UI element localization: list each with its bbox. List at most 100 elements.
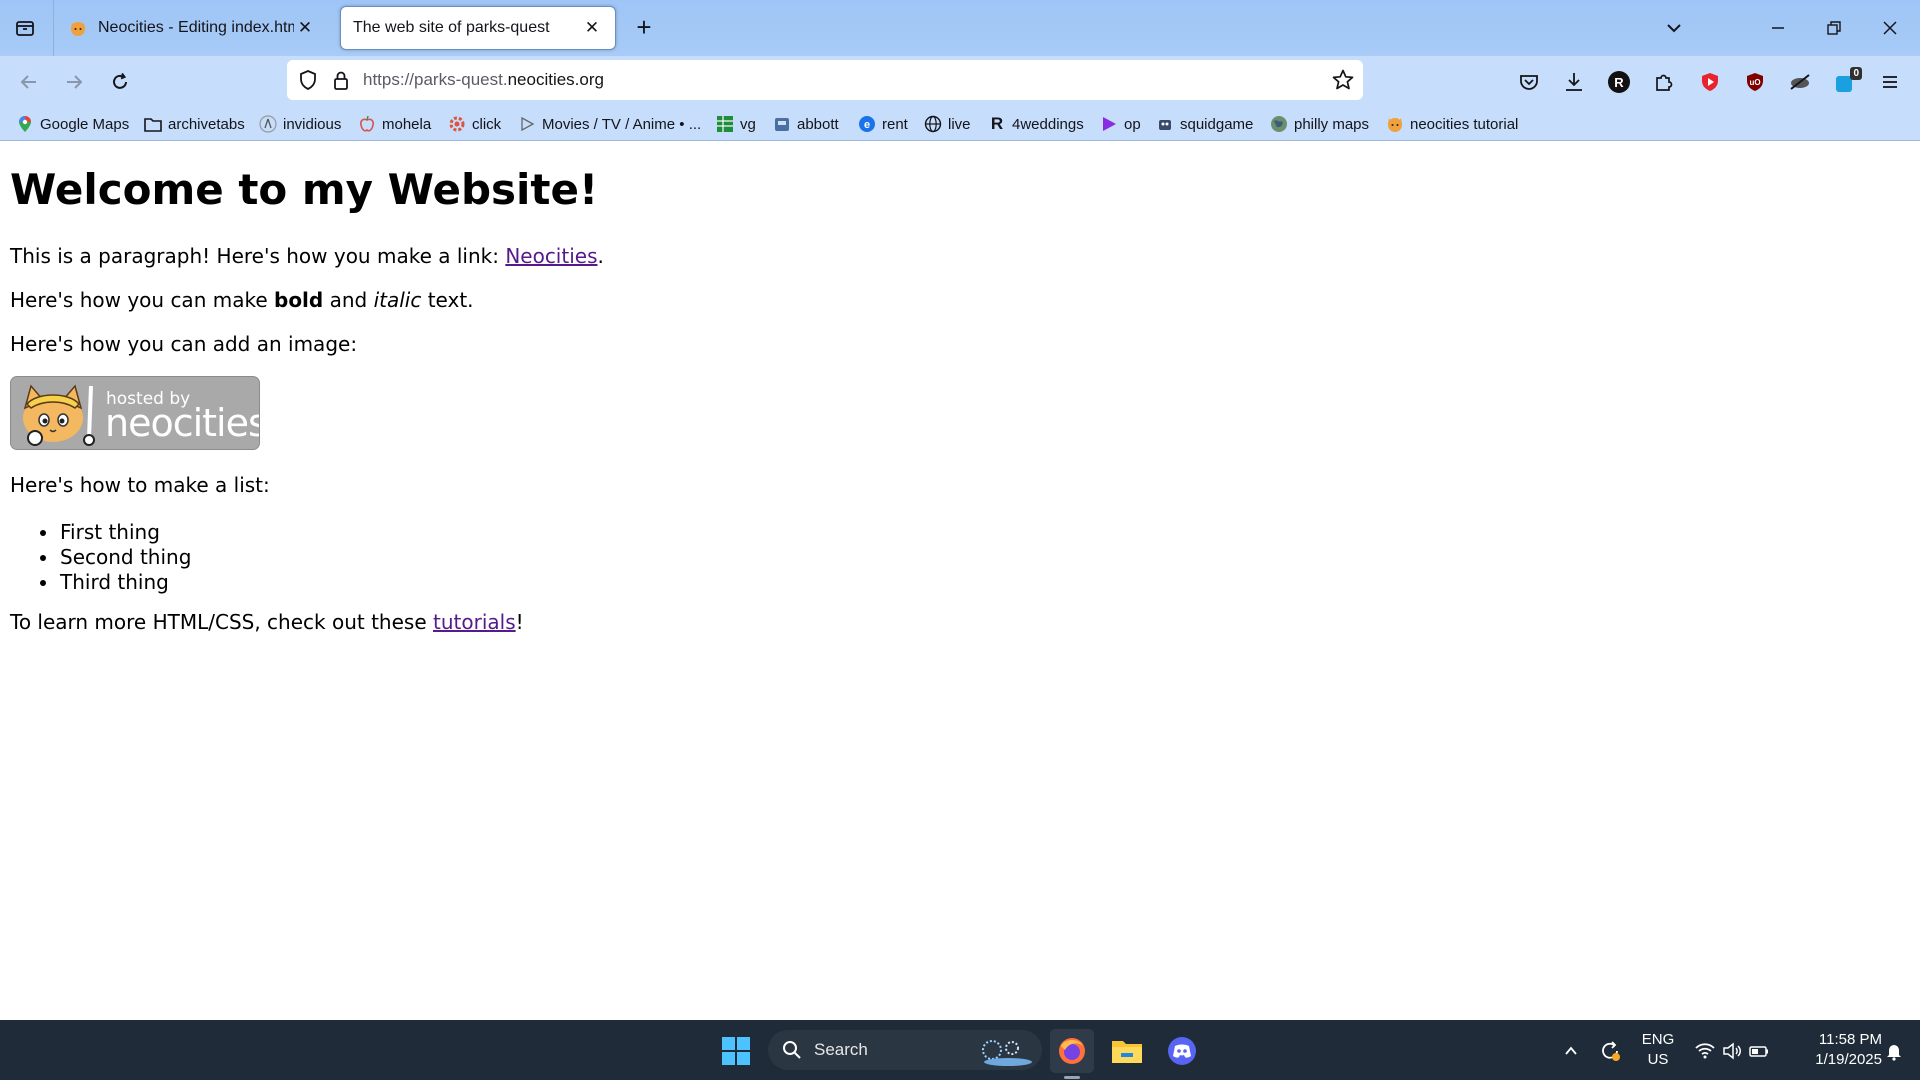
restore-button[interactable] [1816,10,1852,46]
bookmark-squidgame[interactable]: squidgame [1156,112,1253,136]
cat-icon [1386,115,1404,133]
tab-neocities-editor[interactable]: Neocities - Editing index.html ✕ [56,6,328,50]
restore-icon [1827,21,1841,35]
bookmark-star-icon[interactable] [1331,68,1355,97]
pocket-icon [1520,75,1538,90]
bookmark-label: philly maps [1294,115,1370,133]
paragraph-text: text. [421,288,474,312]
start-button[interactable] [714,1029,758,1073]
bookmark-movies[interactable]: Movies / TV / Anime • ... [518,112,701,136]
extensions-button[interactable] [1647,65,1681,99]
sync-icon [1602,1041,1620,1061]
minimize-button[interactable] [1760,10,1796,46]
tracking-protection-shield-icon[interactable] [297,69,319,96]
show-hidden-icons-button[interactable] [1549,1029,1593,1073]
clock-date: 1/19/2025 [1815,1051,1882,1068]
bookmark-label: Google Maps [40,115,130,133]
red-shield-play-icon [1702,73,1718,91]
ublock-origin-button[interactable]: uO [1738,65,1772,99]
clock-time: 11:58 PM [1818,1031,1882,1048]
bookmark-op[interactable]: op [1100,112,1141,136]
taskbar-discord[interactable] [1160,1029,1204,1073]
tab-parks-quest[interactable]: The web site of parks-quest ✕ [340,6,616,50]
tile-icon [773,115,791,133]
bookmark-philly-maps[interactable]: philly maps [1270,112,1369,136]
url-bar[interactable]: https://parks-quest.neocities.org [287,60,1363,100]
close-window-button[interactable] [1872,10,1908,46]
bookmark-label: mohela [382,115,432,133]
network-volume-battery-button[interactable] [1684,1029,1780,1073]
folder-icon [1112,1041,1142,1063]
bookmark-archivetabs[interactable]: archivetabs [144,112,245,136]
bookmark-abbott[interactable]: abbott [773,112,839,136]
hosted-by-neocities-badge: hosted by neocities [10,376,260,450]
pocket-button[interactable] [1512,65,1546,99]
extension-badge-button[interactable]: 0 [1828,65,1862,99]
arrow-left-icon [20,75,36,89]
active-indicator [1064,1076,1080,1079]
taskbar-search[interactable]: Search [768,1030,1042,1070]
downloads-button[interactable] [1557,65,1591,99]
page-heading: Welcome to my Website! [10,165,599,214]
navigation-toolbar: https://parks-quest.neocities.org R uO 0 [0,56,1920,106]
bookmark-google-maps[interactable]: Google Maps [16,112,129,136]
close-tab-icon[interactable]: ✕ [581,17,603,39]
chevron-up-icon [1565,1046,1577,1055]
bookmark-neocities-tutorial[interactable]: neocities tutorial [1386,112,1518,136]
tab-divider [53,0,54,56]
tab-title: Neocities - Editing index.html [98,19,294,36]
circle-e-icon: e [858,115,876,133]
account-button[interactable]: R [1602,65,1636,99]
browser-chrome: Neocities - Editing index.html ✕ The web… [0,0,1920,141]
extension-button[interactable] [1783,65,1817,99]
clock[interactable]: 11:58 PM 1/19/2025 [1786,1030,1882,1070]
firefox-icon [1059,1038,1085,1064]
tutorials-link[interactable]: tutorials [433,610,516,634]
region-code: US [1647,1051,1669,1068]
bold-text: bold [274,288,324,312]
new-tab-button[interactable]: + [628,12,660,44]
lock-icon[interactable] [330,69,352,96]
r-avatar-icon: R [1608,71,1630,93]
app-menu-button[interactable] [1873,65,1907,99]
paragraph-text: This is a paragraph! Here's how you make… [10,244,506,268]
paragraph-image-intro: Here's how you can add an image: [10,332,358,356]
bookmark-vg[interactable]: vg [716,112,756,136]
firefox-view-button[interactable] [6,8,44,48]
bookmark-rent[interactable]: e rent [858,112,908,136]
volume-icon [1723,1042,1741,1060]
list-item: Second thing [39,545,191,570]
bookmark-label: rent [882,115,908,133]
reload-button[interactable] [103,65,137,99]
paragraph-link: This is a paragraph! Here's how you make… [10,244,604,268]
bookmark-invidious[interactable]: invidious [259,112,341,136]
svg-text:e: e [864,119,870,131]
close-tab-icon[interactable]: ✕ [294,17,316,39]
taskbar-file-explorer[interactable] [1105,1029,1149,1073]
sync-tray-button[interactable] [1590,1029,1630,1073]
bookmark-label: squidgame [1180,115,1254,133]
apple-icon [358,115,376,133]
gear-icon [448,115,466,133]
list-all-tabs-button[interactable] [1656,10,1692,46]
bookmark-4weddings[interactable]: R 4weddings [988,112,1084,136]
notifications-button[interactable] [1874,1029,1914,1073]
extension-badge: 0 [1850,67,1862,80]
bookmark-mohela[interactable]: mohela [358,112,431,136]
paragraph-end: ! [515,610,524,634]
bookmark-live[interactable]: live [924,112,971,136]
forward-button[interactable] [57,65,91,99]
windows-logo-icon [722,1037,750,1065]
puzzle-piece-icon [1656,74,1673,91]
youtube-extension-button[interactable] [1693,65,1727,99]
back-button[interactable] [12,65,46,99]
neocities-link[interactable]: Neocities [505,244,597,268]
language-indicator[interactable]: ENG US [1638,1030,1678,1070]
bookmark-click[interactable]: click [448,112,501,136]
paragraph-tutorials: To learn more HTML/CSS, check out these … [10,610,524,634]
taskbar-firefox[interactable] [1050,1029,1094,1079]
bookmark-label: 4weddings [1012,115,1084,133]
url-prefix: https://parks-quest. [363,70,508,89]
url-text: https://parks-quest.neocities.org [363,70,604,90]
neocities-cat-mascot-icon [23,384,95,446]
